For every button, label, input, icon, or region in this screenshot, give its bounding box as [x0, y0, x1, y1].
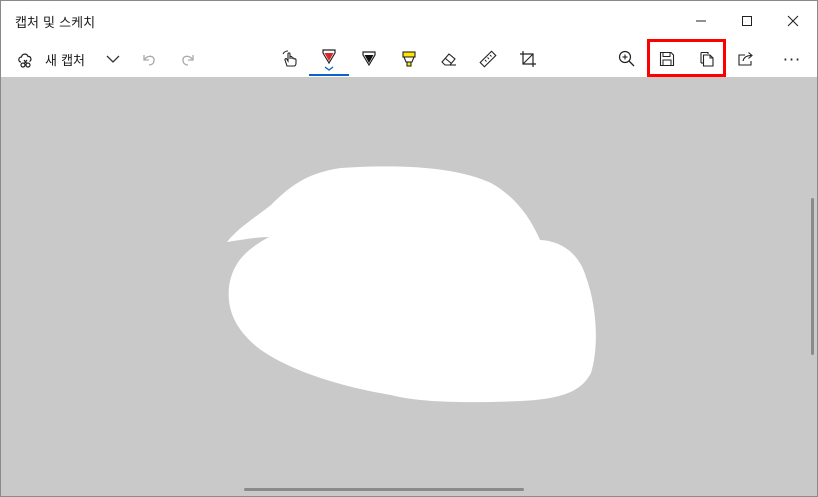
touch-writing-button[interactable]	[277, 41, 303, 77]
highlighter-button[interactable]	[396, 41, 422, 77]
undo-icon	[143, 55, 155, 66]
pencil-button[interactable]	[356, 41, 382, 77]
new-capture-button[interactable]: 새 캡처	[15, 41, 105, 77]
eraser-icon	[441, 53, 456, 66]
maximize-button[interactable]	[724, 1, 770, 41]
title-bar: 캡처 및 스케치	[1, 1, 817, 41]
vertical-scrollbar[interactable]	[811, 198, 814, 355]
touch-writing-icon	[282, 50, 297, 67]
new-capture-label: 새 캡처	[45, 53, 86, 69]
minimize-icon	[696, 20, 706, 22]
chevron-down-icon	[106, 55, 120, 63]
crop-icon	[520, 51, 536, 67]
new-capture-dropdown[interactable]	[101, 41, 125, 77]
maximize-icon	[742, 16, 752, 26]
copy-icon	[700, 51, 714, 67]
more-icon: ···	[782, 49, 802, 69]
share-button[interactable]	[733, 41, 759, 77]
toolbar: 새 캡처 ···	[1, 41, 817, 77]
capture-canvas[interactable]	[1, 77, 817, 496]
share-icon	[738, 52, 753, 66]
captured-shape	[227, 166, 596, 403]
ballpoint-pen-icon	[322, 49, 336, 71]
redo-button[interactable]	[176, 41, 200, 77]
close-button[interactable]	[770, 1, 816, 41]
more-button[interactable]: ···	[777, 41, 807, 77]
ballpoint-pen-button[interactable]	[316, 41, 342, 77]
undo-button[interactable]	[137, 41, 161, 77]
copy-button[interactable]	[694, 41, 720, 77]
pencil-icon	[362, 51, 376, 67]
active-tool-indicator	[309, 74, 349, 76]
eraser-button[interactable]	[436, 41, 462, 77]
ruler-icon	[479, 50, 497, 68]
horizontal-scrollbar[interactable]	[244, 488, 524, 491]
close-icon	[787, 15, 799, 27]
snip-cloud-icon	[18, 53, 32, 68]
snip-sketch-window: 캡처 및 스케치 새 캡처 ···	[0, 0, 818, 497]
ruler-button[interactable]	[475, 41, 501, 77]
save-button[interactable]	[654, 41, 680, 77]
zoom-in-icon	[618, 50, 635, 67]
highlighter-icon	[402, 51, 416, 67]
save-icon	[659, 51, 675, 67]
crop-button[interactable]	[515, 41, 541, 77]
minimize-button[interactable]	[678, 1, 724, 41]
window-title: 캡처 및 스케치	[15, 16, 96, 31]
zoom-button[interactable]	[614, 41, 640, 77]
redo-icon	[182, 55, 194, 66]
